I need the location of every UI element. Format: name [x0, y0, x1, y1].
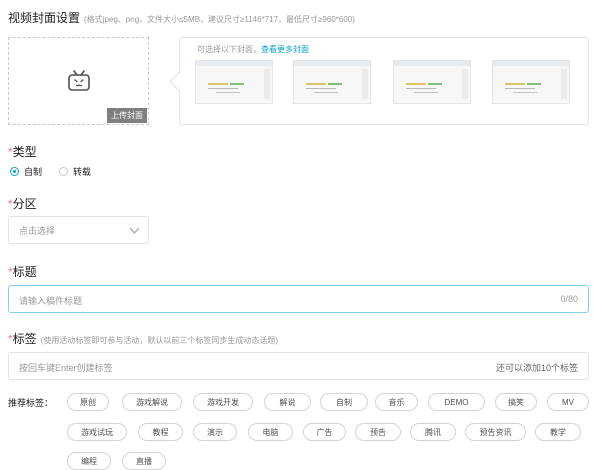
cover-upload-box[interactable]: 上传封面	[8, 37, 149, 125]
tag-chip[interactable]: 电脑	[248, 423, 293, 441]
tag-chip[interactable]: 教程	[138, 423, 183, 441]
tags-note: (使用活动标签即可参与活动，默认以前三个标签同步生成动态话题)	[40, 336, 279, 345]
type-option-label: 自制	[24, 167, 43, 177]
type-section-title: *类型	[8, 143, 37, 160]
upload-cover-button[interactable]: 上传封面	[107, 108, 147, 123]
radio-unchecked-icon[interactable]	[59, 167, 68, 176]
type-option-label: 转载	[73, 167, 92, 177]
tag-chip[interactable]: 游戏试玩	[67, 423, 127, 441]
title-section-title: *标题	[8, 263, 37, 280]
cover-thumbnail-3[interactable]	[393, 60, 471, 104]
zone-select-placeholder: 点击选择	[19, 225, 56, 236]
title-char-counter: 0/80	[560, 294, 578, 304]
type-option-original[interactable]: 自制	[10, 165, 42, 178]
zone-label: 分区	[12, 197, 37, 211]
title-label: 标题	[12, 265, 37, 279]
tag-chip[interactable]: DEMO	[428, 393, 485, 411]
thumbnail-hint: 可选择以下封面，查看更多封面	[197, 44, 309, 55]
tag-chip[interactable]: 搞笑	[495, 393, 537, 411]
tag-chip[interactable]: 音乐	[375, 393, 418, 411]
tag-chip[interactable]: MV	[547, 393, 589, 411]
recommended-tags-label: 推荐标签：	[8, 398, 54, 408]
tag-input[interactable]: 按回车键Enter创建标签 还可以添加10个标签	[8, 352, 589, 380]
tags-label: 标签	[12, 332, 37, 346]
cover-note: (格式jpeg、png，文件大小≤5MB，建议尺寸≥1146*717，最低尺寸≥…	[84, 15, 355, 24]
tag-input-placeholder: 按回车键Enter创建标签	[19, 363, 113, 373]
tag-chip[interactable]: 预告	[355, 423, 401, 441]
cover-thumbnail-2[interactable]	[293, 60, 371, 104]
tag-chip[interactable]: 游戏开发	[193, 393, 253, 411]
cover-title: 视频封面设置	[8, 11, 81, 25]
tag-chip[interactable]: 直播	[122, 452, 166, 470]
tag-chip[interactable]: 腾讯	[410, 423, 456, 441]
cover-thumbnail-4[interactable]	[492, 60, 570, 104]
tv-icon	[68, 70, 90, 91]
zone-select[interactable]: 点击选择	[8, 216, 149, 244]
tags-remaining-count: 还可以添加10个标签	[495, 363, 578, 373]
more-covers-link[interactable]: 查看更多封面	[261, 45, 309, 54]
chevron-down-icon	[129, 223, 140, 234]
thumbnail-hint-text: 可选择以下封面，	[197, 45, 261, 54]
tag-chip[interactable]: 编程	[67, 452, 111, 470]
zone-section-title: *分区	[8, 195, 37, 212]
tag-chip[interactable]: 游戏解说	[122, 393, 182, 411]
cover-thumbnail-1[interactable]	[195, 60, 273, 104]
tag-chip[interactable]: 原创	[67, 393, 109, 411]
type-option-repost[interactable]: 转载	[59, 165, 91, 178]
type-label: 类型	[12, 145, 37, 159]
tags-section-title: *标签 (使用活动标签即可参与活动，默认以前三个标签同步生成动态话题)	[8, 330, 278, 347]
tag-chip[interactable]: 自制	[320, 393, 368, 411]
tag-chip[interactable]: 广告	[303, 423, 346, 441]
tag-chip[interactable]: 预告资讯	[465, 423, 526, 441]
cover-section-title: 视频封面设置 (格式jpeg、png，文件大小≤5MB，建议尺寸≥1146*717…	[8, 9, 355, 26]
title-input[interactable]: 请输入稿件标题 0/80	[8, 285, 589, 313]
title-input-placeholder: 请输入稿件标题	[19, 296, 83, 306]
tag-chip[interactable]: 教学	[535, 423, 581, 441]
tag-chip[interactable]: 演示	[193, 423, 237, 441]
radio-checked-icon[interactable]	[10, 167, 19, 176]
tag-chip[interactable]: 解说	[264, 393, 311, 411]
